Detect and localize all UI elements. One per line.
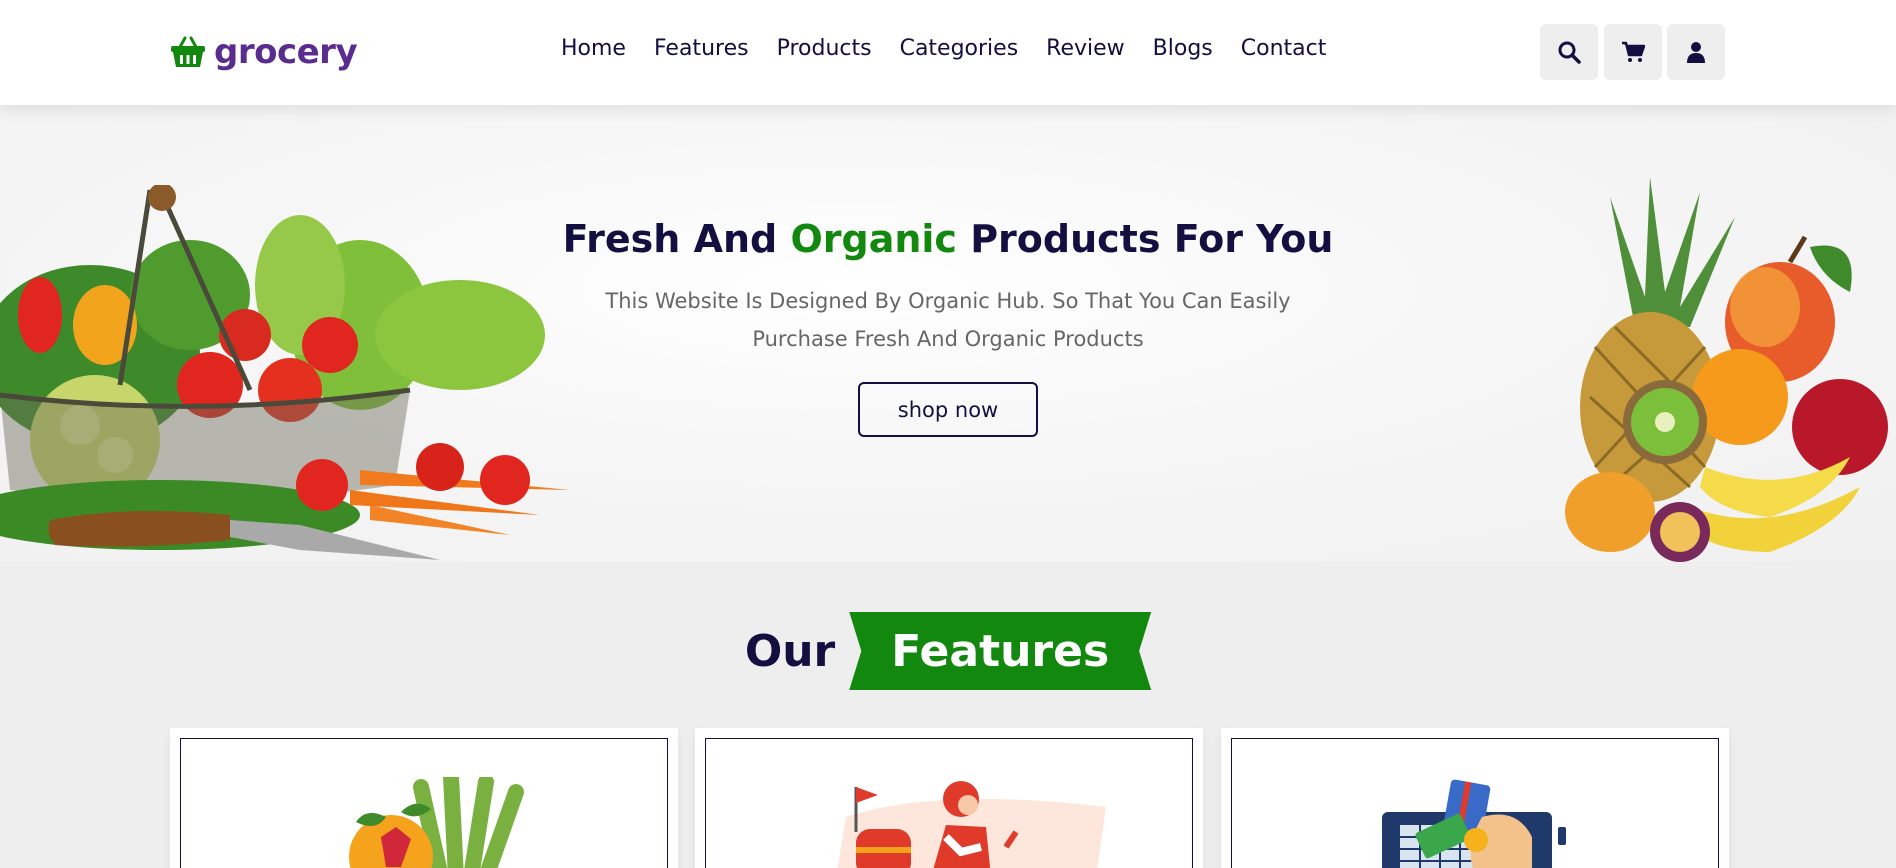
user-icon xyxy=(1687,42,1705,63)
cart-icon xyxy=(1622,41,1645,62)
hero-title-pre: Fresh And xyxy=(562,217,791,261)
site-header: grocery Home Features Products Categorie… xyxy=(0,0,1896,105)
delivery-rider-image xyxy=(837,781,1106,868)
search-icon xyxy=(1558,41,1581,64)
nav-home[interactable]: Home xyxy=(561,36,626,61)
nav-features[interactable]: Features xyxy=(654,36,749,61)
card-payment-image xyxy=(1382,779,1566,868)
feature-card-inner xyxy=(180,738,668,868)
features-heading-banner: Features xyxy=(849,612,1152,690)
basket-icon xyxy=(171,36,205,67)
hero-section: Fresh And Organic Products For You This … xyxy=(0,105,1896,562)
cart-button[interactable] xyxy=(1604,24,1662,80)
nav-blogs[interactable]: Blogs xyxy=(1153,36,1213,61)
user-button[interactable] xyxy=(1667,24,1725,80)
feature-card xyxy=(1221,728,1729,868)
fruit-basket-image xyxy=(1565,177,1888,562)
feature-card xyxy=(170,728,678,868)
feature-card-inner xyxy=(705,738,1193,868)
features-heading: Our Features xyxy=(0,612,1896,690)
hero-title-post: Products For You xyxy=(956,217,1334,261)
nav-categories[interactable]: Categories xyxy=(900,36,1019,61)
feature-card xyxy=(695,728,1203,868)
logo-text: grocery xyxy=(214,32,358,72)
feature-card-inner xyxy=(1231,738,1719,868)
fresh-produce-image xyxy=(349,777,524,868)
features-heading-plain: Our xyxy=(744,625,836,677)
nav-contact[interactable]: Contact xyxy=(1241,36,1327,61)
logo[interactable]: grocery xyxy=(170,30,358,74)
shop-now-button[interactable]: shop now xyxy=(858,382,1038,437)
nav-review[interactable]: Review xyxy=(1046,36,1125,61)
search-button[interactable] xyxy=(1540,24,1598,80)
hero-description: This Website Is Designed By Organic Hub.… xyxy=(605,289,1291,351)
main-nav: Home Features Products Categories Review… xyxy=(561,36,1326,61)
nav-products[interactable]: Products xyxy=(777,36,872,61)
hero-title-highlight: Organic xyxy=(790,217,957,261)
